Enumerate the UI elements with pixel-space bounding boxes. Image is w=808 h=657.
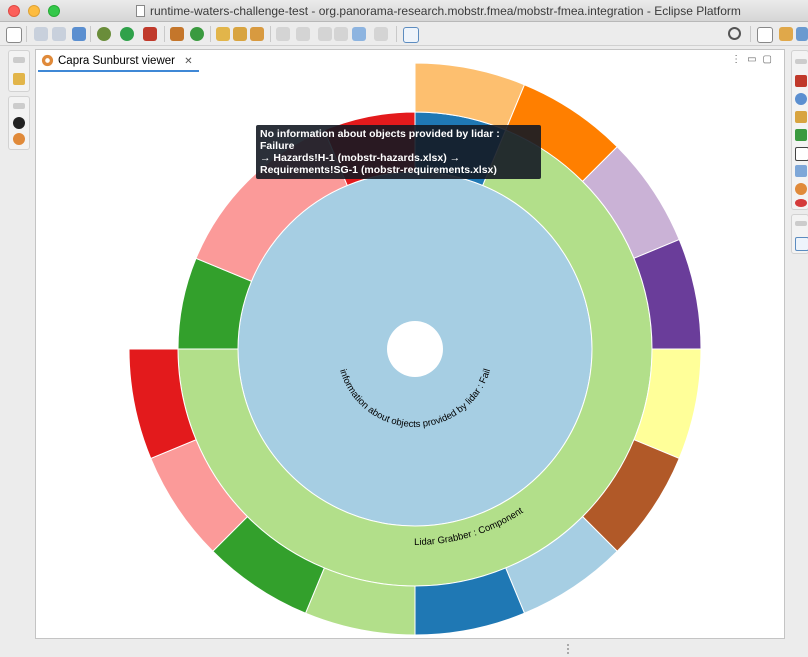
- perspective-icon[interactable]: [757, 27, 773, 43]
- close-tab-icon[interactable]: ✕: [184, 53, 192, 71]
- close-window-button[interactable]: [8, 5, 20, 17]
- tab-label: Capra Sunburst viewer: [58, 55, 175, 67]
- left-trim-stack: [0, 46, 34, 657]
- status-bar: [35, 640, 789, 657]
- console-icon[interactable]: [795, 147, 808, 161]
- open-console-icon[interactable]: [403, 27, 419, 43]
- back-icon[interactable]: [352, 27, 366, 41]
- error-log-icon[interactable]: [795, 199, 807, 207]
- view-menu-icon[interactable]: ⋮: [731, 54, 747, 65]
- tooltip-line-1: No information about objects provided by…: [260, 128, 500, 152]
- restore-icon[interactable]: [13, 103, 25, 109]
- new-package-icon[interactable]: [170, 27, 184, 41]
- open-folder-icon[interactable]: [216, 27, 230, 41]
- minimize-window-button[interactable]: [28, 5, 40, 17]
- layers-icon[interactable]: [795, 165, 807, 177]
- tab-capra-sunburst-viewer[interactable]: Capra Sunburst viewer ✕: [38, 52, 199, 72]
- tooltip-line-3: Requirements!SG-1 (mobstr-requirements.x…: [260, 164, 497, 176]
- problems-icon[interactable]: [795, 75, 807, 87]
- next-annotation-icon[interactable]: [296, 27, 310, 41]
- capra-icon[interactable]: [13, 133, 25, 145]
- properties-icon[interactable]: [795, 237, 808, 251]
- declaration-icon[interactable]: [795, 111, 807, 123]
- annotation-icon[interactable]: [250, 27, 264, 41]
- restore-icon[interactable]: [795, 59, 807, 64]
- history-icon[interactable]: [334, 27, 348, 41]
- right-dock-panel-top: [791, 50, 808, 210]
- left-dock-panel-top: [8, 50, 30, 92]
- java-perspective-icon[interactable]: [796, 27, 808, 41]
- restore-icon[interactable]: [795, 221, 807, 226]
- outline-icon[interactable]: [13, 117, 25, 129]
- debug-icon[interactable]: [97, 27, 111, 41]
- sunburst-center-hole: [387, 321, 443, 377]
- last-edit-icon[interactable]: [318, 27, 332, 41]
- right-trim-stack: [789, 46, 808, 657]
- sunburst-editor: No information about objects provided by…: [35, 49, 785, 639]
- javadoc-icon[interactable]: [795, 93, 807, 105]
- new-icon[interactable]: [6, 27, 22, 43]
- window-titlebar: runtime-waters-challenge-test - org.pano…: [0, 0, 808, 22]
- save-icon[interactable]: [34, 27, 48, 41]
- capra-icon[interactable]: [795, 183, 807, 195]
- link-icon[interactable]: [72, 27, 86, 41]
- view-controls: ⋮▭▢: [731, 54, 778, 65]
- run-external-icon[interactable]: [143, 27, 157, 41]
- package-explorer-icon[interactable]: [13, 73, 25, 85]
- capra-icon: [41, 54, 54, 67]
- open-type-icon[interactable]: [233, 27, 247, 41]
- hierarchy-icon[interactable]: [795, 129, 807, 141]
- run-icon[interactable]: [120, 27, 134, 41]
- forward-icon[interactable]: [374, 27, 388, 41]
- resource-perspective-icon[interactable]: [779, 27, 793, 41]
- maximize-view-icon[interactable]: ▢: [763, 54, 778, 65]
- search-icon[interactable]: [728, 27, 741, 40]
- left-dock-panel-bottom: [8, 96, 30, 150]
- minimize-view-icon[interactable]: ▭: [747, 54, 762, 65]
- tooltip-line-2: → Hazards!H-1 (mobstr-hazards.xlsx) →: [260, 152, 461, 164]
- document-icon: [136, 5, 145, 17]
- maximize-window-button[interactable]: [48, 5, 60, 17]
- right-dock-panel-bottom: [791, 214, 808, 254]
- resize-grip[interactable]: [567, 644, 571, 654]
- save-all-icon[interactable]: [52, 27, 66, 41]
- restore-icon[interactable]: [13, 57, 25, 63]
- main-toolbar: [0, 22, 808, 46]
- window-title: runtime-waters-challenge-test - org.pano…: [150, 4, 741, 18]
- prev-annotation-icon[interactable]: [276, 27, 290, 41]
- new-class-icon[interactable]: [190, 27, 204, 41]
- trace-tooltip: No information about objects provided by…: [256, 125, 541, 179]
